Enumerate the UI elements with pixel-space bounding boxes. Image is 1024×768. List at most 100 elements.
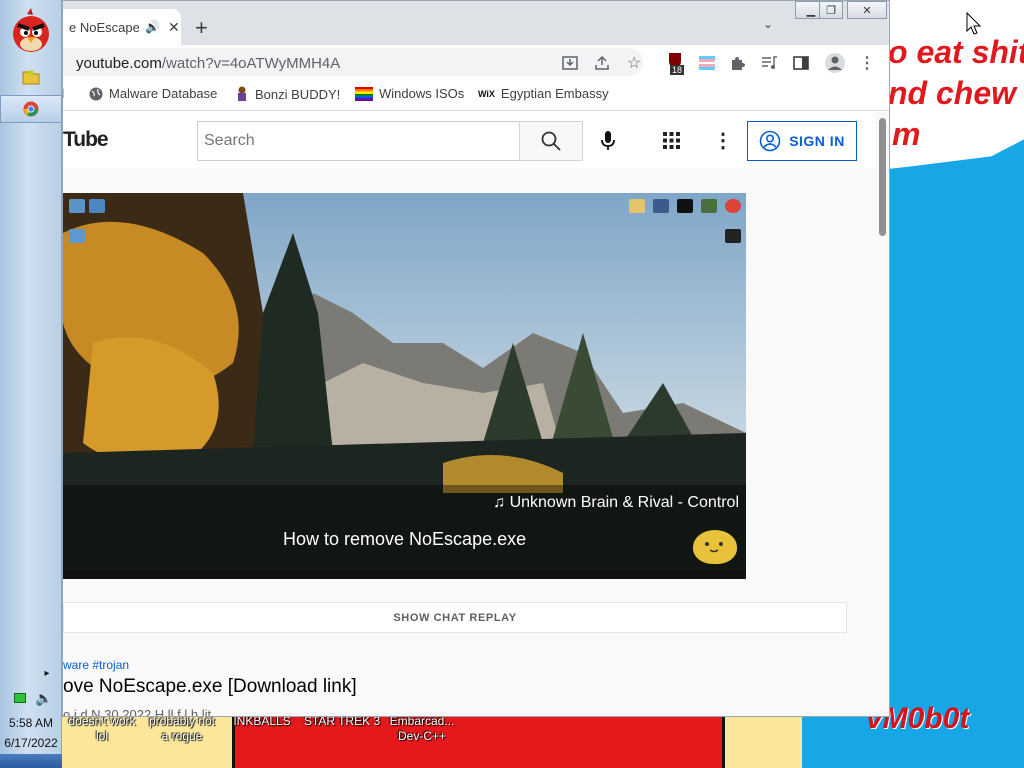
wallpaper-text-3: m bbox=[892, 116, 921, 152]
video-desktop-icon bbox=[701, 199, 717, 213]
wallpaper-text-2: nd chew bbox=[888, 75, 1017, 111]
maximize-button[interactable]: ❐ bbox=[819, 1, 843, 19]
globe-icon bbox=[89, 87, 103, 100]
video-desktop-icon bbox=[725, 229, 741, 243]
angry-bird-icon bbox=[13, 8, 49, 52]
video-desktop-icon bbox=[69, 229, 85, 243]
youtube-page: Tube ⋮ SIGN IN bbox=[63, 112, 889, 717]
apps-grid-button[interactable] bbox=[663, 132, 680, 154]
bookmark-label: d bbox=[63, 86, 64, 101]
extension-flag-icon[interactable] bbox=[697, 53, 717, 73]
video-desktop-icon bbox=[653, 199, 669, 213]
bookmark-bonzi-buddy[interactable]: Bonzi BUDDY! bbox=[235, 86, 340, 102]
video-title: ove NoEscape.exe [Download link] bbox=[63, 676, 357, 697]
bookmark-label: Egyptian Embassy bbox=[500, 86, 609, 101]
media-control-icon[interactable] bbox=[759, 53, 779, 73]
sign-in-label: SIGN IN bbox=[789, 133, 845, 149]
page-scrollbar[interactable] bbox=[875, 112, 889, 716]
desktop-icon-dev-cpp[interactable]: Embarcad... Dev-C++ bbox=[380, 714, 464, 744]
video-desktop-icon bbox=[677, 199, 693, 213]
show-chat-replay-button[interactable]: SHOW CHAT REPLAY bbox=[63, 602, 847, 633]
video-meta: o i d N 30 2022 H ll f l h lit bbox=[63, 707, 212, 717]
video-desktop-icon bbox=[89, 199, 105, 213]
bonzi-icon bbox=[238, 86, 246, 101]
desktop-icon-doesnt-work[interactable]: doesn't work lol bbox=[62, 714, 142, 744]
desktop-icon-probably-not-a-rogue[interactable]: probably not a rogue bbox=[142, 714, 222, 744]
tab-title: e NoEscape bbox=[69, 19, 139, 35]
bookmarks-bar: d Malware Database Bonzi BUDDY! Windows … bbox=[63, 79, 889, 111]
video-hashtags[interactable]: ware #trojan bbox=[63, 658, 129, 672]
video-overlay-title: How to remove NoEscape.exe bbox=[283, 529, 527, 549]
video-desktop-icon bbox=[725, 199, 741, 213]
youtube-logo[interactable]: Tube bbox=[63, 128, 109, 152]
mouse-cursor-icon bbox=[966, 12, 982, 35]
tab-strip: e NoEscape 🔊 ✕ + ⌄ ▁ ❐ ✕ bbox=[63, 1, 889, 45]
side-panel-icon[interactable] bbox=[791, 53, 811, 73]
bookmark-egyptian-embassy[interactable]: WiX Egyptian Embassy bbox=[478, 86, 609, 101]
extension-ublock-icon[interactable]: 18 bbox=[666, 52, 686, 75]
bookmark-label: Windows ISOs bbox=[379, 86, 465, 101]
browser-window: e NoEscape 🔊 ✕ + ⌄ ▁ ❐ ✕ youtube.com/wat… bbox=[62, 0, 890, 717]
tab-close-icon[interactable]: ✕ bbox=[168, 19, 180, 36]
wallpaper-yellow-area-2 bbox=[722, 717, 802, 768]
chrome-icon bbox=[23, 101, 39, 117]
search-input[interactable] bbox=[198, 122, 519, 160]
video-now-playing-text: ♫ Unknown Brain & Rival - Control bbox=[493, 494, 739, 511]
new-tab-icon[interactable]: + bbox=[195, 15, 208, 41]
browser-menu-icon[interactable]: ⋮ bbox=[857, 53, 877, 73]
address-bar[interactable]: youtube.com/watch?v=4oATWyMMH4A bbox=[63, 48, 643, 76]
bookmark-malware-database[interactable]: Malware Database bbox=[89, 86, 217, 101]
network-icon[interactable] bbox=[10, 692, 30, 706]
share-icon[interactable] bbox=[592, 53, 612, 73]
taskbar-folder-item[interactable] bbox=[0, 64, 62, 90]
search-icon bbox=[541, 131, 561, 151]
clock-date[interactable]: 6/17/2022 bbox=[0, 736, 62, 750]
show-desktop-bar[interactable] bbox=[0, 754, 62, 768]
search-input-container[interactable] bbox=[197, 121, 520, 161]
bookmark-label: Bonzi BUDDY! bbox=[255, 86, 341, 102]
url-host: youtube.com bbox=[76, 55, 162, 72]
video-player[interactable]: ♫ Unknown Brain & Rival - Control How to… bbox=[63, 193, 746, 579]
volume-icon[interactable]: 🔈 bbox=[34, 690, 54, 707]
voice-search-button[interactable] bbox=[601, 130, 615, 157]
install-app-icon[interactable] bbox=[560, 53, 580, 73]
url-path: /watch?v=4oATWyMMH4A bbox=[161, 55, 341, 72]
desktop-icon-label: probably not a rogue bbox=[148, 714, 216, 743]
close-window-button[interactable]: ✕ bbox=[847, 1, 887, 19]
video-taskbar-strip bbox=[63, 569, 746, 579]
apps-grid-icon bbox=[663, 132, 680, 149]
account-icon bbox=[759, 130, 781, 152]
extensions-puzzle-icon[interactable] bbox=[727, 53, 747, 73]
search-button[interactable] bbox=[519, 121, 583, 161]
url-text[interactable]: youtube.com/watch?v=4oATWyMMH4A bbox=[76, 55, 340, 72]
profile-avatar-icon[interactable] bbox=[823, 51, 847, 75]
extension-badge: 18 bbox=[670, 65, 685, 75]
rainbow-flag-icon bbox=[355, 86, 373, 101]
tab-active[interactable]: e NoEscape 🔊 ✕ bbox=[63, 9, 181, 45]
bookmark-item[interactable]: d bbox=[63, 86, 64, 101]
sign-in-button[interactable]: SIGN IN bbox=[747, 121, 857, 161]
taskbar-chrome-item[interactable] bbox=[0, 95, 62, 123]
desktop-icon-label: doesn't work lol bbox=[68, 714, 136, 743]
bookmark-windows-isos[interactable]: Windows ISOs bbox=[355, 86, 464, 101]
desktop-icon-label: Embarcad... Dev-C++ bbox=[389, 714, 455, 743]
tab-search-icon[interactable]: ⌄ bbox=[763, 17, 773, 31]
bookmark-label: Malware Database bbox=[109, 86, 218, 101]
clock-time[interactable]: 5:58 AM bbox=[0, 716, 62, 730]
taskbar: ▸ 🔈 5:58 AM 6/17/2022 bbox=[0, 0, 62, 768]
youtube-header: Tube ⋮ SIGN IN bbox=[63, 112, 875, 168]
browser-toolbar: youtube.com/watch?v=4oATWyMMH4A ☆ 18 ⋮ bbox=[63, 45, 889, 79]
start-button[interactable] bbox=[0, 2, 62, 60]
audio-playing-icon[interactable]: 🔊 bbox=[145, 20, 160, 34]
video-desktop-icon bbox=[629, 199, 645, 213]
bookmark-star-icon[interactable]: ☆ bbox=[624, 53, 644, 73]
tray-expand-icon[interactable]: ▸ bbox=[40, 668, 54, 679]
wallpaper-text-1: o eat shit bbox=[888, 34, 1024, 70]
video-blob-emoji bbox=[693, 530, 737, 564]
scrollbar-thumb[interactable] bbox=[879, 118, 886, 236]
video-desktop-icon bbox=[69, 199, 85, 213]
settings-menu-icon[interactable]: ⋮ bbox=[713, 128, 733, 153]
wix-icon: WiX bbox=[478, 88, 495, 99]
microphone-icon bbox=[601, 131, 615, 150]
folder-icon bbox=[22, 70, 40, 85]
